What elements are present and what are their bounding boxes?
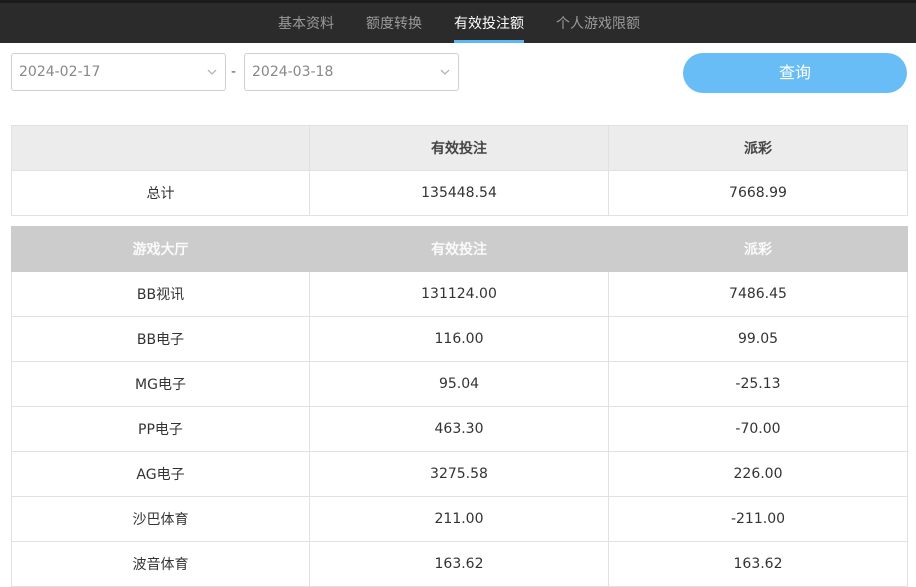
detail-header-hall: 游戏大厅 (11, 226, 310, 272)
detail-header-row: 游戏大厅 有效投注 派彩 (11, 226, 908, 272)
hall-cell: MG电子 (11, 361, 310, 407)
chevron-down-icon (207, 69, 217, 75)
payout-cell: 7486.45 (608, 271, 908, 317)
detail-table: 游戏大厅 有效投注 派彩 BB视讯 131124.00 7486.45 BB电子… (11, 226, 908, 587)
hall-cell: BB电子 (11, 316, 310, 362)
payout-cell: -211.00 (608, 496, 908, 542)
summary-total-valid-bet: 135448.54 (309, 170, 609, 216)
valid-bet-cell: 463.30 (309, 406, 609, 452)
summary-header-blank (11, 125, 310, 171)
chevron-down-icon (440, 69, 450, 75)
payout-cell: 163.62 (608, 541, 908, 587)
tab-basic-info[interactable]: 基本资料 (278, 13, 334, 43)
summary-table: 有效投注 派彩 总计 135448.54 7668.99 (11, 125, 908, 216)
top-nav-bar: 基本资料 额度转换 有效投注额 个人游戏限额 (0, 0, 916, 43)
summary-total-payout: 7668.99 (608, 170, 908, 216)
payout-cell: -25.13 (608, 361, 908, 407)
valid-bet-cell: 131124.00 (309, 271, 609, 317)
table-row: AG电子 3275.58 226.00 (11, 451, 908, 497)
nav-tabs: 基本资料 额度转换 有效投注额 个人游戏限额 (0, 0, 916, 43)
table-row: 沙巴体育 211.00 -211.00 (11, 496, 908, 542)
summary-total-label: 总计 (11, 170, 310, 216)
start-date-picker[interactable] (11, 53, 226, 91)
detail-header-valid-bet: 有效投注 (309, 226, 609, 272)
summary-total-row: 总计 135448.54 7668.99 (11, 170, 908, 216)
hall-cell: BB视讯 (11, 271, 310, 317)
hall-cell: AG电子 (11, 451, 310, 497)
summary-header-payout: 派彩 (608, 125, 908, 171)
valid-bet-cell: 95.04 (309, 361, 609, 407)
hall-cell: PP电子 (11, 406, 310, 452)
end-date-input[interactable] (252, 54, 422, 90)
summary-header-valid-bet: 有效投注 (309, 125, 609, 171)
payout-cell: 99.05 (608, 316, 908, 362)
valid-bet-cell: 211.00 (309, 496, 609, 542)
detail-header-payout: 派彩 (608, 226, 908, 272)
start-date-input[interactable] (19, 54, 189, 90)
valid-bet-cell: 163.62 (309, 541, 609, 587)
payout-cell: -70.00 (608, 406, 908, 452)
payout-cell: 226.00 (608, 451, 908, 497)
hall-cell: 沙巴体育 (11, 496, 310, 542)
tab-credit-transfer[interactable]: 额度转换 (366, 13, 422, 43)
summary-header-row: 有效投注 派彩 (11, 125, 908, 171)
date-separator: - (231, 64, 237, 80)
tab-personal-game-limits[interactable]: 个人游戏限额 (556, 13, 640, 43)
table-row: BB电子 116.00 99.05 (11, 316, 908, 362)
table-row: BB视讯 131124.00 7486.45 (11, 271, 908, 317)
table-row: MG电子 95.04 -25.13 (11, 361, 908, 407)
hall-cell: 波音体育 (11, 541, 310, 587)
end-date-picker[interactable] (244, 53, 459, 91)
valid-bet-cell: 116.00 (309, 316, 609, 362)
table-row: PP电子 463.30 -70.00 (11, 406, 908, 452)
table-row: 波音体育 163.62 163.62 (11, 541, 908, 587)
tab-valid-bets[interactable]: 有效投注额 (454, 13, 524, 43)
query-button[interactable]: 查询 (683, 53, 907, 93)
valid-bet-cell: 3275.58 (309, 451, 609, 497)
